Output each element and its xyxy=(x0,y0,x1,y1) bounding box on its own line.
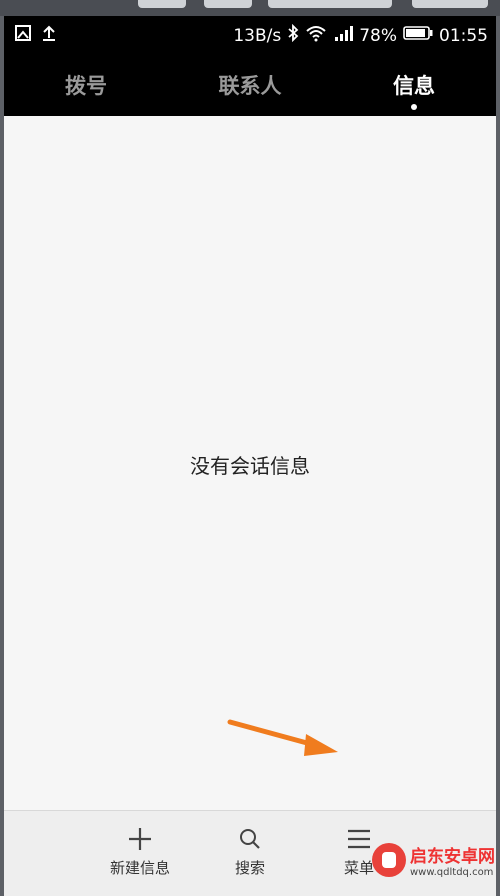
watermark-logo-icon xyxy=(372,843,406,877)
tab-label: 联系人 xyxy=(218,74,282,98)
empty-state-message: 没有会话信息 xyxy=(190,454,310,478)
battery-level: 78% xyxy=(359,25,397,46)
watermark: 启东安卓网 www.qdltdq.com xyxy=(372,824,500,896)
message-list-area: 没有会话信息 xyxy=(4,116,496,810)
new-message-label: 新建信息 xyxy=(109,859,170,877)
desktop-chrome xyxy=(0,0,500,16)
tab-messages[interactable]: 信息 xyxy=(332,54,496,116)
network-speed: 13B/s xyxy=(233,25,282,46)
active-tab-indicator xyxy=(411,104,417,110)
watermark-title: 启东安卓网 xyxy=(410,847,495,867)
upload-icon xyxy=(40,24,58,47)
tab-label: 拨号 xyxy=(65,74,107,98)
bluetooth-icon xyxy=(287,23,299,47)
tab-contacts[interactable]: 联系人 xyxy=(168,54,332,116)
search-button[interactable]: 搜索 xyxy=(200,821,300,878)
plus-icon xyxy=(90,821,190,857)
phone-screen: 13B/s 78% 01:55 拨号 联系人 信息 没有会话信息 新建信息 搜索… xyxy=(4,16,496,896)
search-label: 搜索 xyxy=(234,859,265,877)
image-icon xyxy=(14,24,32,47)
status-bar: 13B/s 78% 01:55 xyxy=(4,16,496,54)
tab-label: 信息 xyxy=(393,74,435,98)
chrome-block xyxy=(138,0,186,8)
annotation-arrow xyxy=(226,716,346,760)
wifi-icon xyxy=(305,24,327,47)
search-icon xyxy=(200,821,300,857)
signal-icon xyxy=(333,24,354,47)
watermark-url: www.qdltdq.com xyxy=(410,867,494,878)
chrome-block xyxy=(204,0,252,8)
tab-dialer[interactable]: 拨号 xyxy=(4,54,168,116)
clock: 01:55 xyxy=(439,25,488,46)
chrome-block xyxy=(268,0,392,8)
tab-bar: 拨号 联系人 信息 xyxy=(4,54,496,116)
new-message-button[interactable]: 新建信息 xyxy=(90,821,190,878)
chrome-block xyxy=(412,0,488,8)
battery-icon xyxy=(403,25,433,46)
